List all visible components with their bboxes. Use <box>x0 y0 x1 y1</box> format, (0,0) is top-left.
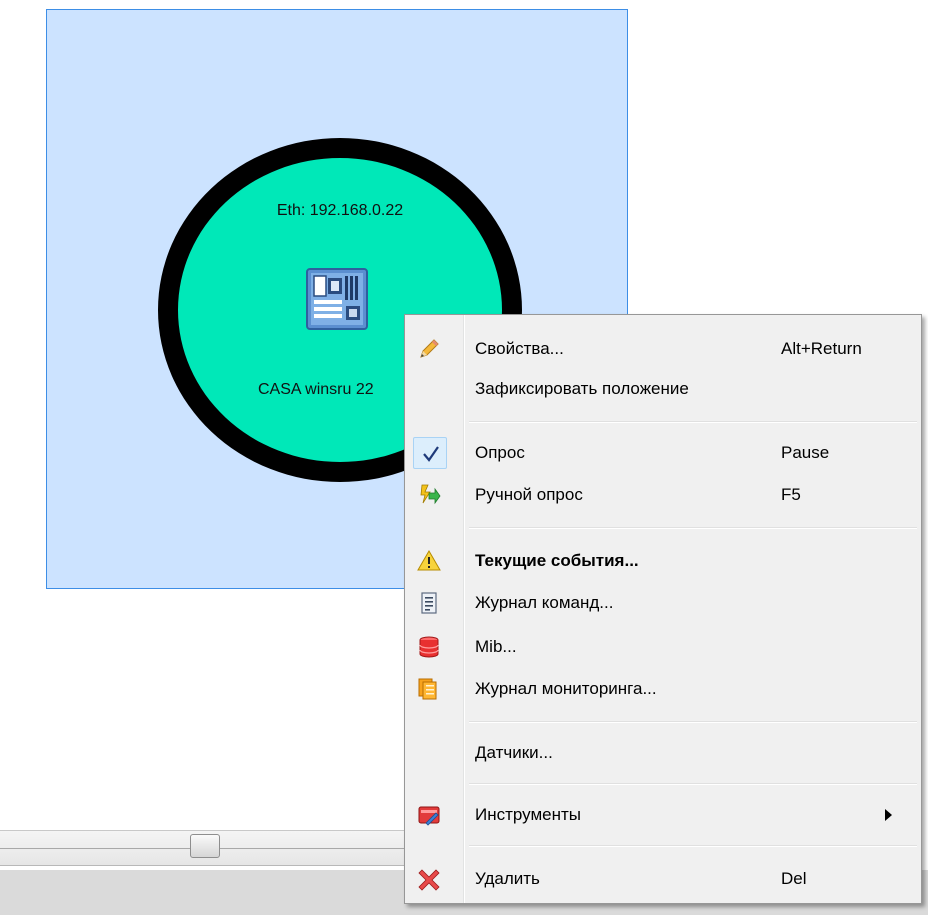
menu-item-monitoring-log[interactable]: Журнал мониторинга... <box>409 669 917 709</box>
node-name-label: CASA winsru 22 <box>258 381 374 398</box>
menu-item-manual-poll[interactable]: Ручной опрос F5 <box>409 475 917 515</box>
menu-item-label: Инструменты <box>475 805 582 824</box>
menu-item-label: Журнал команд... <box>475 593 614 612</box>
menu-item-mib[interactable]: Mib... <box>409 627 917 667</box>
motherboard-icon[interactable] <box>306 268 368 330</box>
menu-item-command-log[interactable]: Журнал команд... <box>409 583 917 623</box>
menu-separator <box>469 721 917 723</box>
menu-item-shortcut: Pause <box>781 443 830 462</box>
menu-item-current-events[interactable]: Текущие события... <box>409 541 917 581</box>
menu-separator <box>469 783 917 785</box>
menu-item-shortcut: Alt+Return <box>781 339 862 358</box>
menu-item-sensors[interactable]: Датчики... <box>409 733 917 773</box>
menu-item-label: Текущие события... <box>475 551 639 570</box>
menu-item-shortcut: F5 <box>781 485 801 504</box>
menu-item-shortcut: Del <box>781 869 807 888</box>
warning-icon <box>417 550 441 571</box>
node-ip-label: Eth: 192.168.0.22 <box>276 202 404 219</box>
scrollbar-thumb[interactable] <box>190 834 220 858</box>
context-menu: Свойства... Alt+Return Зафиксировать пол… <box>404 314 922 904</box>
menu-separator <box>469 421 917 423</box>
menu-item-label: Ручной опрос <box>475 485 583 504</box>
menu-item-label: Свойства... <box>475 339 564 358</box>
delete-icon <box>418 869 440 891</box>
pages-icon <box>418 678 437 700</box>
submenu-arrow-icon <box>885 809 892 821</box>
checkmark-icon <box>423 446 439 462</box>
map-canvas[interactable]: Eth: 192.168.0.22 CASA winsru 22 Свойств… <box>0 0 928 915</box>
menu-separator <box>469 527 917 529</box>
menu-item-tools[interactable]: Инструменты <box>409 795 917 835</box>
menu-item-label: Опрос <box>475 443 525 462</box>
menu-item-label: Удалить <box>475 869 540 888</box>
menu-item-label: Зафиксировать положение <box>475 379 689 398</box>
menu-item-properties[interactable]: Свойства... Alt+Return <box>409 329 917 369</box>
manual-poll-icon <box>420 484 441 505</box>
menu-item-polling[interactable]: Опрос Pause <box>409 433 917 473</box>
menu-item-label: Mib... <box>475 637 517 656</box>
menu-separator <box>469 845 917 847</box>
menu-item-label: Датчики... <box>475 743 553 762</box>
tools-icon <box>418 806 440 826</box>
document-icon <box>421 592 437 614</box>
pencil-icon <box>420 339 439 358</box>
menu-item-label: Журнал мониторинга... <box>475 679 657 698</box>
database-icon <box>419 636 439 658</box>
menu-item-delete[interactable]: Удалить Del <box>409 859 917 899</box>
menu-item-lock-position[interactable]: Зафиксировать положение <box>409 369 917 409</box>
